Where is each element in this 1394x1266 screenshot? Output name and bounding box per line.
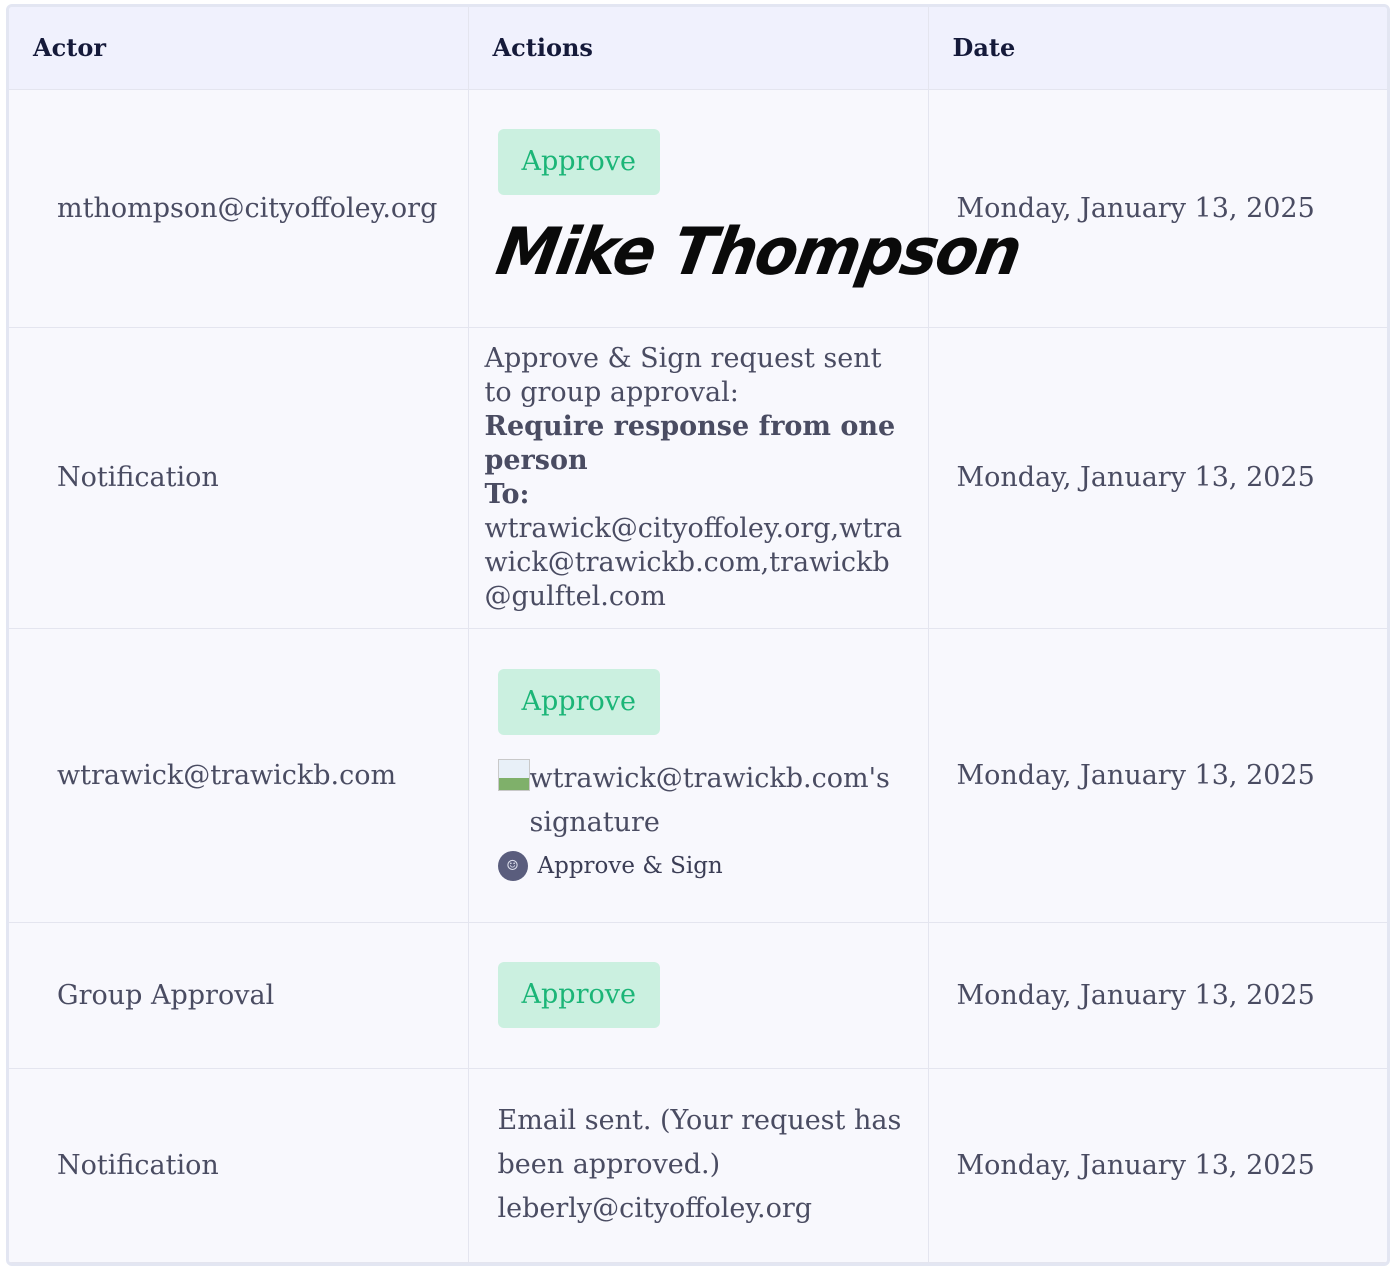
approve-badge: Approve xyxy=(497,669,660,735)
actor-cell: Group Approval xyxy=(9,922,469,1069)
actions-cell: Approve & Sign request sent to group app… xyxy=(468,327,929,629)
signature-image: Mike Thompson xyxy=(490,212,1026,290)
to-label: To: xyxy=(484,478,530,510)
email-line: Email sent. (Your request has xyxy=(497,1105,902,1136)
notification-line: Approve & Sign request sent to group app… xyxy=(484,342,882,408)
date-cell: Monday, January 13, 2025 xyxy=(928,1068,1387,1263)
actions-cell: Approve wtrawick@trawickb.com's signatur… xyxy=(468,628,929,923)
table-row: Notification Approve & Sign request sent… xyxy=(9,327,1387,629)
actions-cell: Email sent. (Your request has been appro… xyxy=(468,1068,929,1263)
actor-cell: mthompson@cityoffoley.org xyxy=(9,89,469,328)
group-requirement-text: Require response from one person xyxy=(484,410,896,476)
approve-badge: Approve xyxy=(497,962,660,1028)
table-row: Notification Email sent. (Your request h… xyxy=(9,1068,1387,1263)
table-header-row: Actor Actions Date xyxy=(9,7,1387,90)
date-cell: Monday, January 13, 2025 xyxy=(928,89,1387,328)
audit-trail-table: Actor Actions Date mthompson@cityoffoley… xyxy=(6,4,1390,1266)
column-header-date: Date xyxy=(928,7,1387,90)
actor-cell: wtrawick@trawickb.com xyxy=(9,628,469,923)
email-recipient: leberly@cityoffoley.org xyxy=(497,1193,813,1224)
user-avatar-icon: ☺ xyxy=(497,851,528,881)
date-cell: Monday, January 13, 2025 xyxy=(928,628,1387,923)
email-line: been approved.) xyxy=(497,1149,721,1180)
broken-image-icon xyxy=(497,759,530,791)
column-header-actions: Actions xyxy=(468,7,929,90)
actor-cell: Notification xyxy=(9,327,469,629)
actor-cell: Notification xyxy=(9,1068,469,1263)
date-cell: Monday, January 13, 2025 xyxy=(928,327,1387,629)
approve-badge: Approve xyxy=(497,128,660,195)
approve-sign-label: ☺ Approve & Sign xyxy=(497,851,928,881)
recipients-list: wtrawick@cityoffoley.org,wtrawick@trawic… xyxy=(484,512,903,612)
notification-message: Approve & Sign request sent to group app… xyxy=(469,328,928,628)
signature-alt-text: wtrawick@trawickb.com's signature xyxy=(529,763,890,838)
approve-sign-text: Approve & Sign xyxy=(537,853,723,879)
actions-cell: Approve xyxy=(468,922,929,1069)
date-cell: Monday, January 13, 2025 xyxy=(928,922,1387,1069)
signature-image: wtrawick@trawickb.com's signature xyxy=(497,757,928,845)
actions-cell: Approve Mike Thompson xyxy=(468,89,1026,328)
column-header-actor: Actor xyxy=(9,7,469,90)
table-row: wtrawick@trawickb.com Approve wtrawick@t… xyxy=(9,628,1387,923)
table-row: mthompson@cityoffoley.org Approve Mike T… xyxy=(9,89,1387,328)
table-row: Group Approval Approve Monday, January 1… xyxy=(9,922,1387,1069)
email-notification-message: Email sent. (Your request has been appro… xyxy=(469,1099,928,1231)
